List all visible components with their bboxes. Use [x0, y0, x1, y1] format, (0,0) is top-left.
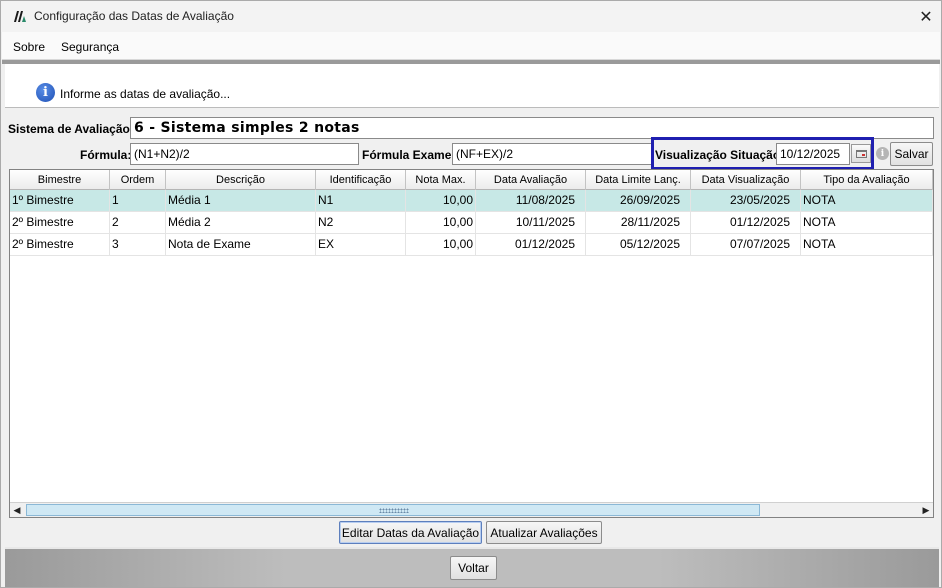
- scrollbar-thumb[interactable]: [26, 504, 760, 516]
- col-nota-max[interactable]: Nota Max.: [406, 170, 476, 190]
- menu-sobre[interactable]: Sobre: [13, 40, 45, 54]
- grip-icon: [379, 508, 409, 513]
- formula-exame-field[interactable]: (NF+EX)/2: [452, 143, 653, 165]
- col-identificacao[interactable]: Identificação: [316, 170, 406, 190]
- cell-tipo: NOTA: [801, 234, 933, 256]
- avaliacoes-table: Bimestre Ordem Descrição Identificação N…: [9, 169, 934, 518]
- help-info-icon[interactable]: i: [876, 147, 889, 160]
- app-logo-icon: [14, 11, 26, 22]
- cell-nota-max: 10,00: [406, 212, 476, 234]
- menu-seguranca[interactable]: Segurança: [61, 40, 119, 54]
- cell-identificacao: EX: [316, 234, 406, 256]
- footer-bar: Voltar: [5, 549, 939, 587]
- editar-datas-button[interactable]: Editar Datas da Avaliação: [339, 521, 482, 544]
- col-ordem[interactable]: Ordem: [110, 170, 166, 190]
- menu-bar: Sobre Segurança: [2, 32, 940, 60]
- cell-data-visualizacao: 23/05/2025: [691, 190, 801, 212]
- scroll-right-icon[interactable]: ▶: [919, 503, 933, 517]
- cell-descricao: Média 1: [166, 190, 316, 212]
- info-text: Informe as datas de avaliação...: [60, 87, 231, 101]
- formula-label: Fórmula:: [80, 148, 132, 162]
- info-icon: i: [36, 83, 55, 102]
- col-data-limite[interactable]: Data Limite Lanç.: [586, 170, 691, 190]
- visualizacao-label: Visualização Situação:: [655, 148, 785, 162]
- cell-data-visualizacao: 01/12/2025: [691, 212, 801, 234]
- table-row[interactable]: 2º Bimestre 2 Média 2 N2 10,00 10/11/202…: [10, 212, 933, 234]
- cell-bimestre: 2º Bimestre: [10, 212, 110, 234]
- atualizar-avaliacoes-button[interactable]: Atualizar Avaliações: [486, 521, 602, 544]
- cell-tipo: NOTA: [801, 190, 933, 212]
- sistema-label: Sistema de Avaliação:: [8, 122, 134, 136]
- formula-field[interactable]: (N1+N2)/2: [130, 143, 359, 165]
- cell-nota-max: 10,00: [406, 190, 476, 212]
- formula-exame-label: Fórmula Exame:: [362, 148, 456, 162]
- cell-data-limite: 26/09/2025: [586, 190, 691, 212]
- cell-nota-max: 10,00: [406, 234, 476, 256]
- cell-data-limite: 05/12/2025: [586, 234, 691, 256]
- calendar-button[interactable]: [851, 144, 871, 163]
- scroll-left-icon[interactable]: ◀: [10, 503, 24, 517]
- sistema-field[interactable]: 6 - Sistema simples 2 notas: [130, 117, 934, 139]
- cell-bimestre: 2º Bimestre: [10, 234, 110, 256]
- table-header: Bimestre Ordem Descrição Identificação N…: [10, 170, 933, 190]
- cell-ordem: 3: [110, 234, 166, 256]
- salvar-button[interactable]: Salvar: [890, 142, 933, 166]
- horizontal-scrollbar[interactable]: ◀ ▶: [10, 502, 933, 517]
- cell-identificacao: N2: [316, 212, 406, 234]
- cell-data-avaliacao: 10/11/2025: [476, 212, 586, 234]
- col-data-visualizacao[interactable]: Data Visualização: [691, 170, 801, 190]
- cell-data-limite: 28/11/2025: [586, 212, 691, 234]
- cell-data-visualizacao: 07/07/2025: [691, 234, 801, 256]
- info-panel: i Informe as datas de avaliação...: [5, 64, 939, 108]
- cell-tipo: NOTA: [801, 212, 933, 234]
- close-button[interactable]: ✕: [911, 1, 941, 32]
- title-bar: Configuração das Datas de Avaliação ✕: [1, 1, 941, 32]
- cell-descricao: Média 2: [166, 212, 316, 234]
- col-descricao[interactable]: Descrição: [166, 170, 316, 190]
- cell-ordem: 2: [110, 212, 166, 234]
- table-row[interactable]: 1º Bimestre 1 Média 1 N1 10,00 11/08/202…: [10, 190, 933, 212]
- col-data-avaliacao[interactable]: Data Avaliação: [476, 170, 586, 190]
- col-tipo[interactable]: Tipo da Avaliação: [801, 170, 933, 190]
- main-window: Configuração das Datas de Avaliação ✕ So…: [0, 0, 942, 588]
- col-bimestre[interactable]: Bimestre: [10, 170, 110, 190]
- cell-data-avaliacao: 11/08/2025: [476, 190, 586, 212]
- cell-ordem: 1: [110, 190, 166, 212]
- calendar-icon[interactable]: [855, 149, 867, 158]
- window-title: Configuração das Datas de Avaliação: [34, 9, 234, 23]
- table-row[interactable]: 2º Bimestre 3 Nota de Exame EX 10,00 01/…: [10, 234, 933, 256]
- cell-bimestre: 1º Bimestre: [10, 190, 110, 212]
- close-icon[interactable]: ✕: [919, 7, 932, 27]
- cell-data-avaliacao: 01/12/2025: [476, 234, 586, 256]
- cell-identificacao: N1: [316, 190, 406, 212]
- visualizacao-date-field[interactable]: 10/12/2025: [776, 143, 850, 165]
- cell-descricao: Nota de Exame: [166, 234, 316, 256]
- voltar-button[interactable]: Voltar: [450, 556, 497, 580]
